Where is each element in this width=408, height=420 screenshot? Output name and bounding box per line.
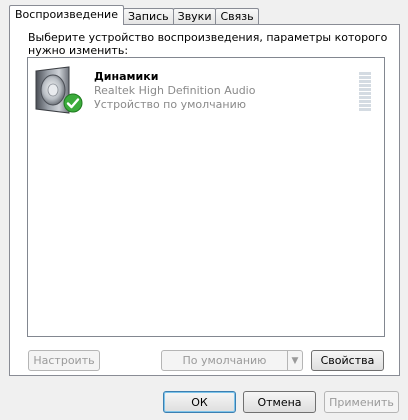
meter-segment xyxy=(359,92,371,95)
tab-sounds[interactable]: Звуки xyxy=(172,8,217,25)
tab-playback[interactable]: Воспроизведение xyxy=(9,5,124,25)
tab-communications[interactable]: Связь xyxy=(215,8,259,25)
tab-bar: Воспроизведение Запись Звуки Связь xyxy=(9,5,259,25)
instruction-line-2: нужно изменить: xyxy=(28,44,129,57)
device-item[interactable]: Динамики Realtek High Definition Audio У… xyxy=(32,62,382,114)
cancel-button[interactable]: Отмена xyxy=(243,391,316,413)
meter-segment xyxy=(359,76,371,79)
volume-meter xyxy=(359,72,371,112)
instruction-line-1: Выберите устройство воспроизведения, пар… xyxy=(28,31,388,44)
apply-button[interactable]: Применить xyxy=(324,391,399,413)
set-default-split-button: По умолчанию ▼ xyxy=(161,350,303,371)
device-status: Устройство по умолчанию xyxy=(94,98,247,111)
properties-button[interactable]: Свойства xyxy=(311,350,384,371)
meter-segment xyxy=(359,72,371,75)
meter-segment xyxy=(359,104,371,107)
meter-segment xyxy=(359,84,371,87)
instruction-text: Выберите устройство воспроизведения, пар… xyxy=(28,31,388,57)
meter-segment xyxy=(359,100,371,103)
meter-segment xyxy=(359,96,371,99)
tab-recording[interactable]: Запись xyxy=(122,8,174,25)
checkmark-icon xyxy=(63,93,83,113)
set-default-button[interactable]: По умолчанию xyxy=(161,350,288,371)
set-default-dropdown-arrow[interactable]: ▼ xyxy=(287,350,303,371)
ok-button[interactable]: ОК xyxy=(163,391,236,413)
device-list[interactable]: Динамики Realtek High Definition Audio У… xyxy=(27,57,385,337)
device-name: Динамики xyxy=(94,70,159,83)
device-driver: Realtek High Definition Audio xyxy=(94,84,256,97)
meter-segment xyxy=(359,88,371,91)
configure-button[interactable]: Настроить xyxy=(28,350,100,371)
meter-segment xyxy=(359,80,371,83)
meter-segment xyxy=(359,108,371,111)
